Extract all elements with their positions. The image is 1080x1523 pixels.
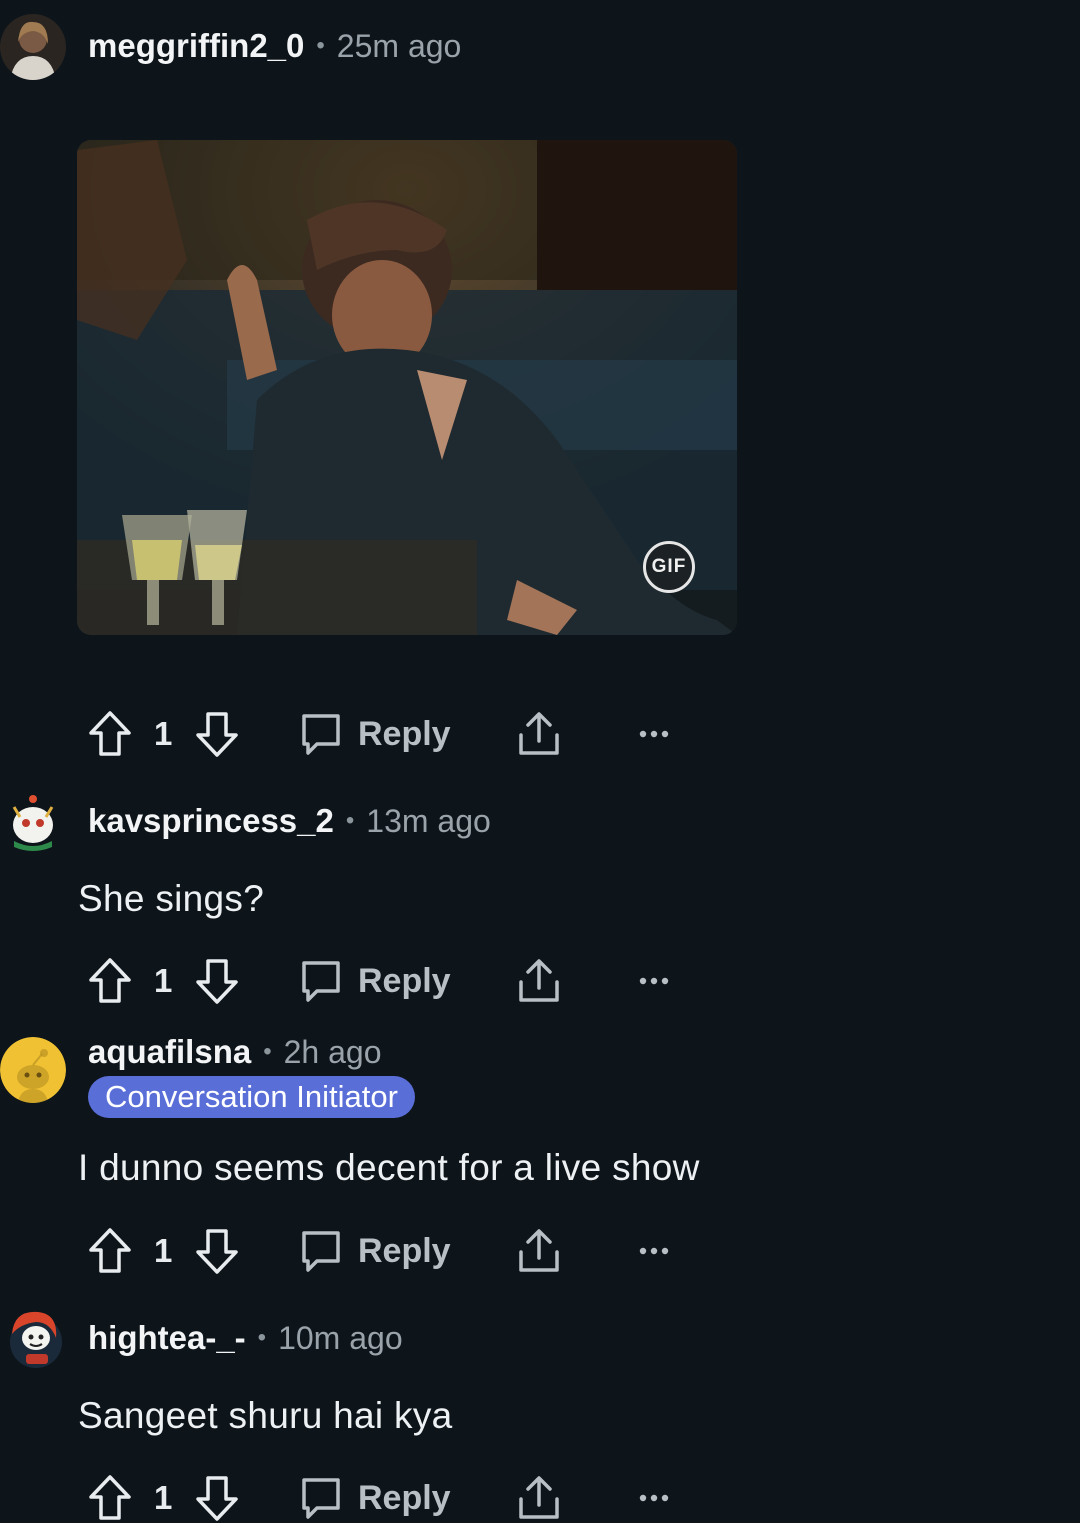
reply-button[interactable]: Reply — [300, 1226, 451, 1276]
more-options-button[interactable] — [638, 956, 670, 1006]
comment-body: Sangeet shuru hai kya — [78, 1395, 453, 1436]
more-options-button[interactable] — [638, 1226, 670, 1276]
vote-count: 1 — [154, 962, 173, 999]
comment-actions: 1 Reply — [0, 956, 700, 1006]
share-button[interactable] — [517, 1473, 561, 1523]
share-button[interactable] — [517, 956, 561, 1006]
separator-dot: • — [345, 807, 355, 834]
more-options-icon — [639, 1494, 669, 1502]
downvote-icon — [196, 1476, 238, 1521]
upvote-icon — [89, 711, 131, 756]
timestamp: 13m ago — [366, 803, 491, 839]
comment-header: kavsprincess_2 • 13m ago — [88, 802, 491, 840]
gif-media[interactable]: GIF — [77, 140, 737, 635]
username[interactable]: meggriffin2_0 — [88, 27, 304, 65]
comment-header: aquafilsna • 2h ago — [88, 1033, 382, 1071]
username[interactable]: aquafilsna — [88, 1033, 251, 1071]
comment-header: hightea-_- • 10m ago — [88, 1319, 403, 1357]
separator-dot: • — [316, 32, 325, 59]
reply-button[interactable]: Reply — [300, 1473, 451, 1523]
downvote-icon — [196, 1229, 238, 1274]
comment-bubble-icon — [302, 714, 340, 755]
user-flair-badge: Conversation Initiator — [88, 1076, 415, 1118]
downvote-button[interactable] — [195, 1226, 239, 1276]
gif-badge: GIF — [643, 541, 695, 593]
upvote-button[interactable] — [88, 956, 132, 1006]
user-avatar[interactable] — [0, 14, 66, 80]
share-button[interactable] — [517, 709, 561, 759]
user-avatar[interactable] — [0, 1304, 66, 1370]
vote-count: 1 — [154, 715, 173, 752]
timestamp: 2h ago — [283, 1034, 382, 1070]
vote-count: 1 — [154, 1479, 173, 1516]
downvote-button[interactable] — [195, 1473, 239, 1523]
share-icon — [519, 959, 559, 1002]
comment-bubble-icon — [302, 1231, 340, 1272]
downvote-button[interactable] — [195, 709, 239, 759]
more-options-icon — [639, 730, 669, 738]
user-avatar[interactable] — [0, 1037, 66, 1103]
comment-bubble-icon — [302, 961, 340, 1002]
upvote-icon — [89, 1475, 131, 1520]
separator-dot: • — [263, 1038, 272, 1065]
downvote-icon — [196, 959, 238, 1004]
comment-bubble-icon — [302, 1478, 340, 1519]
separator-dot: • — [257, 1324, 267, 1351]
upvote-icon — [89, 958, 131, 1003]
reply-button[interactable]: Reply — [300, 956, 451, 1006]
share-button[interactable] — [517, 1226, 561, 1276]
timestamp: 10m ago — [278, 1320, 403, 1356]
comment-actions: 1 Reply — [0, 1226, 700, 1276]
downvote-icon — [196, 712, 238, 757]
more-options-icon — [639, 1247, 669, 1255]
user-avatar[interactable] — [0, 789, 66, 855]
username[interactable]: hightea-_- — [88, 1319, 246, 1357]
username[interactable]: kavsprincess_2 — [88, 802, 334, 840]
reply-button[interactable]: Reply — [300, 709, 451, 759]
upvote-icon — [89, 1228, 131, 1273]
timestamp: 25m ago — [336, 28, 462, 64]
upvote-button[interactable] — [88, 1473, 132, 1523]
comment-header: meggriffin2_0 • 25m ago — [88, 27, 461, 65]
upvote-button[interactable] — [88, 1226, 132, 1276]
comment-body: I dunno seems decent for a live show — [78, 1147, 700, 1188]
share-icon — [519, 712, 559, 755]
upvote-button[interactable] — [88, 709, 132, 759]
vote-count: 1 — [154, 1232, 173, 1269]
share-icon — [519, 1229, 559, 1272]
comment-body: She sings? — [78, 878, 265, 919]
downvote-button[interactable] — [195, 956, 239, 1006]
share-icon — [519, 1476, 559, 1519]
comment-actions: 1 Reply — [0, 1473, 700, 1523]
more-options-button[interactable] — [638, 1473, 670, 1523]
more-options-button[interactable] — [638, 709, 670, 759]
comment-actions: 1 Reply — [0, 709, 700, 759]
more-options-icon — [639, 977, 669, 985]
